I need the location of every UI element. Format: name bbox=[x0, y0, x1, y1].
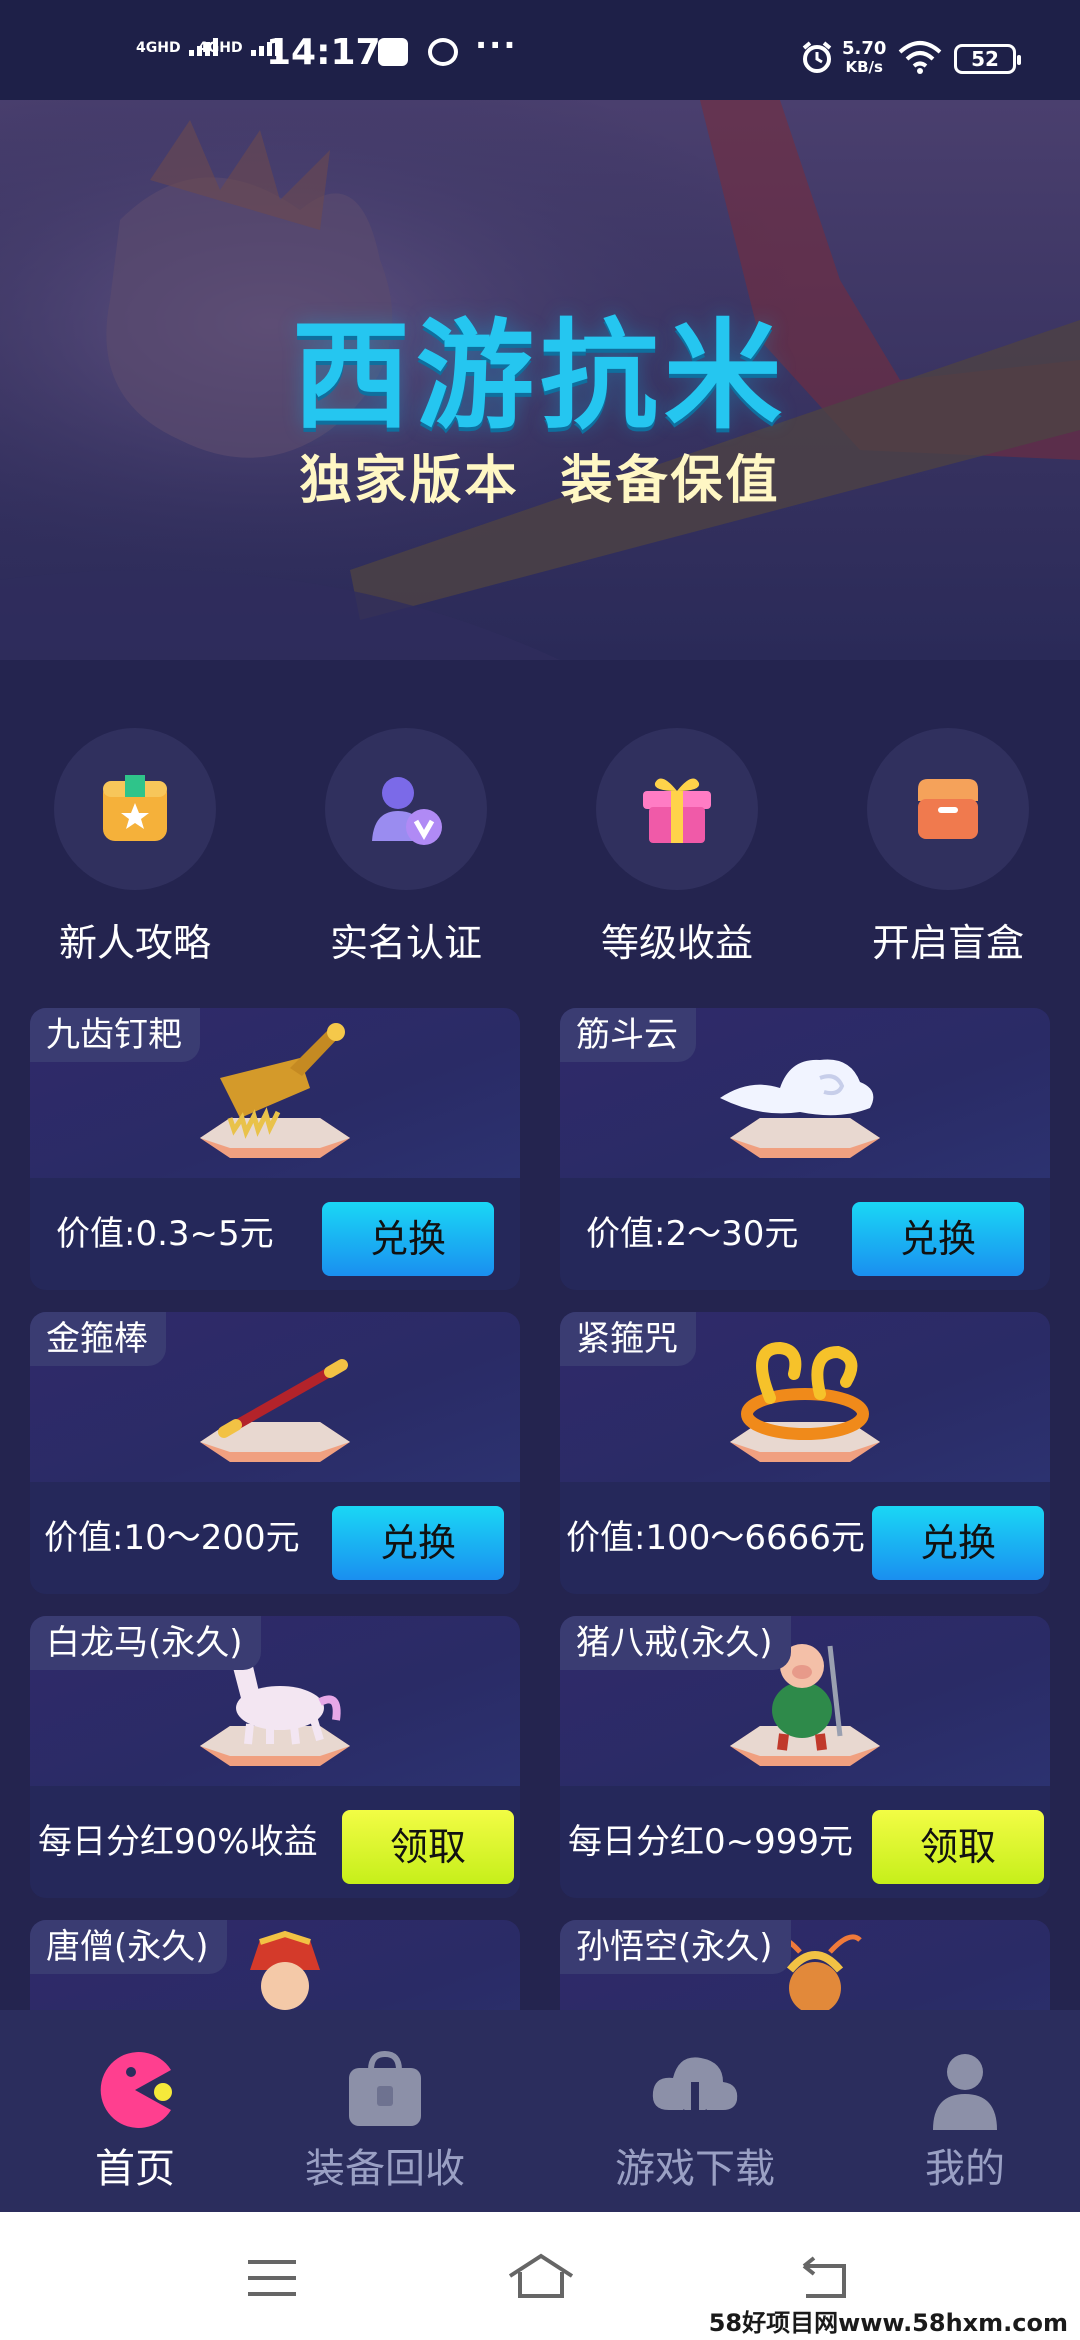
claim-card-white-dragon-horse[interactable]: 白龙马(永久) 每日分红90%收益 领取 bbox=[30, 1616, 520, 1898]
card-price: 价值:0.3~5元 bbox=[56, 1214, 274, 1254]
card-tag: 金箍棒 bbox=[30, 1312, 166, 1366]
back-icon[interactable] bbox=[796, 2256, 852, 2300]
battery-indicator: 52 bbox=[954, 44, 1021, 74]
staff-item-image bbox=[200, 1359, 350, 1462]
exchange-card-ring[interactable]: 紧箍咒 价值:100～6666元 兑换 bbox=[560, 1312, 1050, 1594]
quick-action-open-blind-box[interactable]: 开启盲盒 bbox=[848, 728, 1048, 967]
quick-action-label: 新人攻略 bbox=[58, 921, 211, 965]
nav-label: 游戏下载 bbox=[615, 2146, 775, 2192]
message-icon bbox=[378, 38, 408, 66]
gift-icon bbox=[643, 778, 711, 843]
quick-action-real-name-auth[interactable]: 实名认证 bbox=[306, 728, 506, 967]
bag-icon bbox=[349, 2050, 421, 2126]
exchange-card-staff[interactable]: 金箍棒 价值:10～200元 兑换 bbox=[30, 1312, 520, 1594]
card-tag: 猪八戒(永久) bbox=[560, 1616, 791, 1670]
golden-ring-item-image bbox=[730, 1341, 880, 1462]
nav-label: 装备回收 bbox=[305, 2146, 465, 2192]
card-tag: 白龙马(永久) bbox=[30, 1616, 261, 1670]
signal-1-label: 4GHD bbox=[136, 40, 181, 56]
network-speed-value: 5.70 bbox=[842, 38, 887, 59]
nav-label: 我的 bbox=[925, 2146, 1005, 2192]
status-bar: 4GHD 4GHD 14:17 ··· 5.70 KB/s 52 bbox=[0, 0, 1080, 100]
network-speed: 5.70 KB/s bbox=[842, 38, 887, 77]
card-tag: 唐僧(永久) bbox=[30, 1920, 227, 1974]
nav-equipment-recycle[interactable]: 装备回收 bbox=[250, 2010, 520, 2212]
exchange-button[interactable]: 兑换 bbox=[332, 1506, 504, 1580]
search-app-icon bbox=[428, 38, 458, 66]
banner-title: 西游抗米 bbox=[291, 307, 788, 445]
exchange-button[interactable]: 兑换 bbox=[322, 1202, 494, 1276]
clock: 14:17 bbox=[266, 32, 381, 73]
more-notifications: ··· bbox=[475, 26, 518, 64]
banner-subtitle: 独家版本 装备保值 bbox=[299, 451, 781, 511]
quick-actions: 新人攻略 实名认证 等级收益 开启盲盒 bbox=[0, 728, 1080, 968]
star-box-icon bbox=[103, 775, 167, 841]
exchange-card-rake[interactable]: 九齿钉耙 价值:0.3~5元 兑换 bbox=[30, 1008, 520, 1290]
quick-action-label: 开启盲盒 bbox=[871, 921, 1024, 965]
network-speed-unit: KB/s bbox=[845, 58, 883, 76]
card-price: 价值:100～6666元 bbox=[566, 1518, 865, 1558]
card-price: 价值:2～30元 bbox=[586, 1214, 799, 1254]
alarm-icon bbox=[802, 41, 832, 73]
card-tag: 筋斗云 bbox=[560, 1008, 696, 1062]
profile-icon bbox=[933, 2054, 997, 2130]
tang-monk-item-image bbox=[250, 1930, 320, 2010]
exchange-button[interactable]: 兑换 bbox=[872, 1506, 1044, 1580]
menu-icon[interactable] bbox=[246, 2258, 298, 2298]
cloud-download-icon bbox=[652, 2057, 738, 2132]
card-tag: 孙悟空(永久) bbox=[560, 1920, 791, 1974]
user-verified-icon bbox=[372, 777, 442, 845]
card-price: 价值:10～200元 bbox=[44, 1518, 300, 1558]
exchange-card-cloud[interactable]: 筋斗云 价值:2～30元 兑换 bbox=[560, 1008, 1050, 1290]
card-tag: 九齿钉耙 bbox=[30, 1008, 200, 1062]
claim-button[interactable]: 领取 bbox=[342, 1810, 514, 1884]
hero-banner[interactable]: 西游抗米 独家版本 装备保值 bbox=[0, 100, 1080, 660]
quick-action-label: 实名认证 bbox=[329, 921, 482, 965]
quick-action-level-income[interactable]: 等级收益 bbox=[577, 728, 777, 967]
nav-my-profile[interactable]: 我的 bbox=[830, 2010, 1080, 2212]
wifi-icon bbox=[898, 41, 942, 74]
home-icon[interactable] bbox=[506, 2252, 576, 2300]
card-price: 每日分红0~999元 bbox=[568, 1822, 854, 1862]
system-navigation-bar: 58好项目网www.58hxm.com bbox=[0, 2212, 1080, 2340]
claim-card-zhu-bajie[interactable]: 猪八戒(永久) 每日分红0~999元 领取 bbox=[560, 1616, 1050, 1898]
quick-action-newbie-guide[interactable]: 新人攻略 bbox=[35, 728, 235, 967]
bottom-navigation: 首页 装备回收 游戏下载 我的 bbox=[0, 2010, 1080, 2212]
cloud-item-image bbox=[720, 1059, 880, 1158]
nav-game-download[interactable]: 游戏下载 bbox=[560, 2010, 830, 2212]
card-price: 每日分红90%收益 bbox=[38, 1822, 318, 1862]
watermark: 58好项目网www.58hxm.com bbox=[704, 2303, 1072, 2338]
box-icon bbox=[918, 779, 978, 839]
nav-label: 首页 bbox=[95, 2146, 175, 2192]
card-tag: 紧箍咒 bbox=[560, 1312, 696, 1366]
nav-home[interactable]: 首页 bbox=[0, 2010, 270, 2212]
rake-item-image bbox=[200, 1023, 350, 1158]
exchange-button[interactable]: 兑换 bbox=[852, 1202, 1024, 1276]
home-pacman-icon bbox=[100, 2052, 172, 2128]
claim-button[interactable]: 领取 bbox=[872, 1810, 1044, 1884]
quick-action-label: 等级收益 bbox=[600, 921, 753, 965]
signal-2-label: 4GHD bbox=[198, 40, 243, 56]
